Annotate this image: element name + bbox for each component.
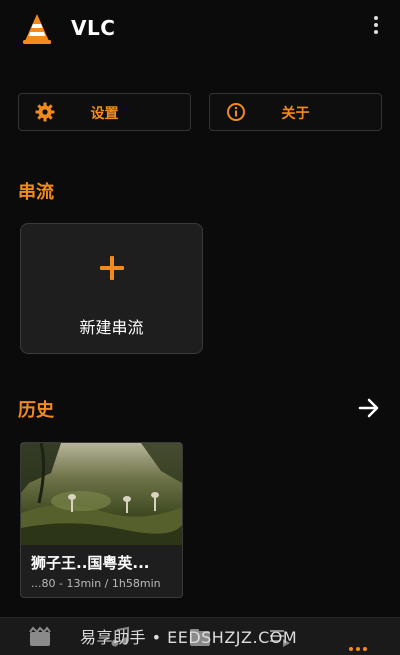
settings-label: 设置 — [90, 106, 119, 122]
app-title: VLC — [71, 16, 116, 40]
about-label: 关于 — [281, 106, 310, 122]
app-bar: VLC — [0, 0, 400, 58]
more-icon[interactable] — [349, 636, 371, 651]
history-item-title: 狮子王..国粤英... — [31, 554, 150, 572]
watermark-text: 易享助手 • EEDSHZJZ.COM — [80, 628, 298, 647]
bottom-navigation: 易享助手 • EEDSHZJZ.COM — [0, 617, 400, 655]
vlc-cone-icon — [23, 14, 51, 44]
more-vertical-icon[interactable] — [368, 16, 384, 40]
video-icon[interactable] — [28, 626, 52, 648]
about-button[interactable]: 关于 — [209, 93, 382, 131]
history-item-meta: ...80 - 13min / 1h58min — [31, 577, 161, 590]
new-stream-label: 新建串流 — [79, 318, 144, 337]
arrow-right-icon[interactable] — [357, 397, 381, 419]
plus-icon — [100, 256, 124, 280]
new-stream-card[interactable]: 新建串流 — [20, 223, 203, 354]
video-thumbnail — [21, 443, 182, 545]
settings-button[interactable]: 设置 — [18, 93, 191, 131]
history-item[interactable]: 狮子王..国粤英... ...80 - 13min / 1h58min — [20, 442, 183, 598]
history-section-title: 历史 — [18, 400, 54, 421]
stream-section-title: 串流 — [18, 182, 54, 203]
